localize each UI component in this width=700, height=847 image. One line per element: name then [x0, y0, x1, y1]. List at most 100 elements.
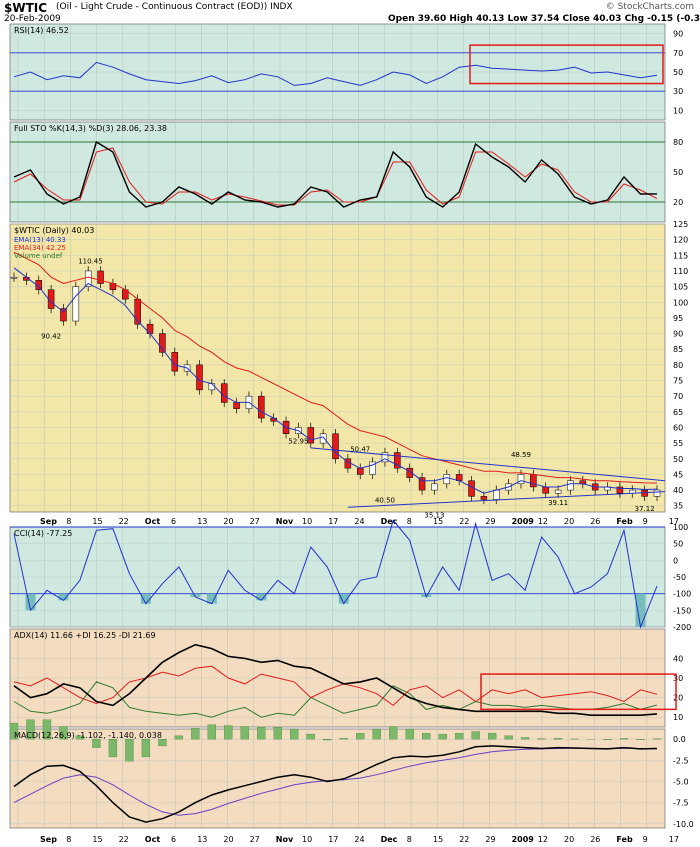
- cci-tick-label: 0: [673, 556, 678, 565]
- price-x-tick-label: Oct: [145, 517, 161, 526]
- bottom-x-tick-label: 27: [250, 835, 260, 844]
- sto-title: Full STO %K(14,3) %D(3) 28.06, 23.38: [14, 124, 167, 133]
- price-tick-label: 80: [673, 361, 683, 370]
- price-candle-body: [554, 489, 562, 494]
- price-annotation: 48.59: [511, 451, 531, 459]
- price-tick-label: 50: [673, 455, 683, 464]
- price-tick-label: 115: [673, 251, 688, 260]
- price-tick-label: 35: [673, 502, 683, 511]
- cci-tick-label: -200: [673, 623, 691, 632]
- sto-tick-label: 20: [673, 198, 683, 207]
- price-x-tick-label: 8: [66, 517, 71, 526]
- price-candle-body: [319, 433, 327, 444]
- macd-histogram-bar: [141, 739, 151, 758]
- panel-2-background: [9, 223, 666, 513]
- price-candle-body: [220, 383, 228, 403]
- macd-tick-label: 0.0: [673, 735, 686, 744]
- macd-tick-label: -10.0: [673, 820, 694, 829]
- bottom-x-tick-label: 2009: [512, 835, 535, 844]
- macd-histogram-bar: [158, 739, 167, 747]
- price-x-tick-label: 8: [407, 517, 412, 526]
- price-candle-body: [10, 276, 18, 279]
- macd-tick-label: -2.5: [673, 756, 689, 765]
- cci-tick-label: -100: [673, 590, 691, 599]
- cci-title: CCI(14) -77.25: [14, 529, 72, 538]
- bottom-x-tick-label: 22: [459, 835, 469, 844]
- macd-histogram-bar: [207, 724, 216, 740]
- bottom-x-tick-label: 17: [328, 835, 338, 844]
- sto-tick-label: 50: [673, 168, 683, 177]
- price-x-tick-label: Sep: [40, 517, 57, 526]
- macd-histogram-bar: [92, 739, 101, 748]
- price-candle-body: [233, 402, 240, 409]
- price-tick-label: 90: [673, 330, 683, 339]
- price-tick-label: 40: [673, 486, 683, 495]
- price-tick-label: 100: [673, 298, 688, 307]
- price-tick-label: 75: [673, 377, 683, 386]
- price-candle-body: [480, 496, 488, 500]
- macd-histogram-bar: [455, 733, 464, 740]
- macd-title: MACD(12,26,9) -1.102, -1.140, 0.038: [14, 731, 162, 740]
- bottom-x-tick-label: 15: [92, 835, 102, 844]
- price-x-tick-label: 29: [485, 517, 495, 526]
- price-x-tick-label: 12: [538, 517, 548, 526]
- price-legend-entry: EMA(34) 42.25: [14, 244, 66, 252]
- macd-histogram-bar: [520, 737, 530, 740]
- panel-5-background: [9, 728, 666, 829]
- bottom-x-tick-label: 29: [485, 835, 495, 844]
- price-annotation: 90.42: [41, 332, 61, 340]
- price-x-tick-label: 2009: [512, 517, 535, 526]
- price-x-tick-label: 26: [590, 517, 600, 526]
- bottom-x-tick-label: Dec: [381, 835, 398, 844]
- price-tick-label: 125: [673, 220, 688, 229]
- macd-histogram-bar: [108, 739, 118, 758]
- price-tick-label: 60: [673, 423, 683, 432]
- bottom-x-tick-label: 12: [538, 835, 548, 844]
- rsi-tick-label: 50: [673, 68, 683, 77]
- price-x-tick-label: Nov: [276, 517, 294, 526]
- price-candle-body: [530, 474, 537, 488]
- bottom-x-tick-label: Sep: [40, 835, 57, 844]
- price-x-tick-label: Feb: [616, 517, 633, 526]
- price-x-tick-label: 9: [643, 517, 648, 526]
- adx-tick-label: 10: [673, 713, 683, 722]
- price-x-tick-label: 15: [433, 517, 443, 526]
- bottom-x-tick-label: Nov: [276, 835, 294, 844]
- bottom-x-tick-label: 26: [590, 835, 600, 844]
- sto-tick-label: 80: [673, 138, 683, 147]
- bottom-x-tick-label: 10: [302, 835, 312, 844]
- macd-histogram-bar: [619, 738, 629, 740]
- macd-histogram-bar: [339, 738, 348, 740]
- bottom-x-tick-label: 6: [171, 835, 176, 844]
- price-candle-body: [517, 474, 525, 485]
- bottom-x-tick-label: 15: [433, 835, 443, 844]
- price-annotation: 50.47: [350, 445, 370, 453]
- bottom-x-tick-label: 9: [643, 835, 648, 844]
- bottom-x-tick-label: 22: [119, 835, 129, 844]
- macd-histogram-bar: [323, 739, 332, 741]
- macd-histogram-bar: [438, 733, 447, 740]
- macd-histogram-bar: [257, 727, 266, 740]
- price-x-tick-label: Dec: [381, 517, 398, 526]
- macd-histogram-bar: [240, 726, 249, 740]
- macd-histogram-bar: [224, 725, 233, 740]
- price-annotation: 40.50: [375, 497, 395, 505]
- cci-oversold-area: [140, 593, 151, 604]
- price-candle-body: [72, 286, 80, 322]
- macd-histogram-bar: [356, 733, 365, 740]
- price-tick-label: 120: [673, 236, 688, 245]
- price-candle-body: [97, 270, 104, 284]
- rsi-tick-label: 10: [673, 106, 683, 115]
- price-candle-body: [381, 452, 389, 463]
- price-x-tick-label: 20: [223, 517, 233, 526]
- macd-histogram-bar: [273, 727, 282, 740]
- bottom-x-tick-label: 13: [197, 835, 207, 844]
- price-x-tick-label: 22: [459, 517, 469, 526]
- price-tick-label: 110: [673, 267, 688, 276]
- macd-histogram-bar: [405, 728, 414, 740]
- cci-tick-label: -150: [673, 606, 691, 615]
- price-x-tick-label: 13: [197, 517, 207, 526]
- price-annotation: 39.11: [548, 499, 568, 507]
- price-tick-label: 105: [673, 283, 688, 292]
- bottom-x-tick-label: 20: [564, 835, 574, 844]
